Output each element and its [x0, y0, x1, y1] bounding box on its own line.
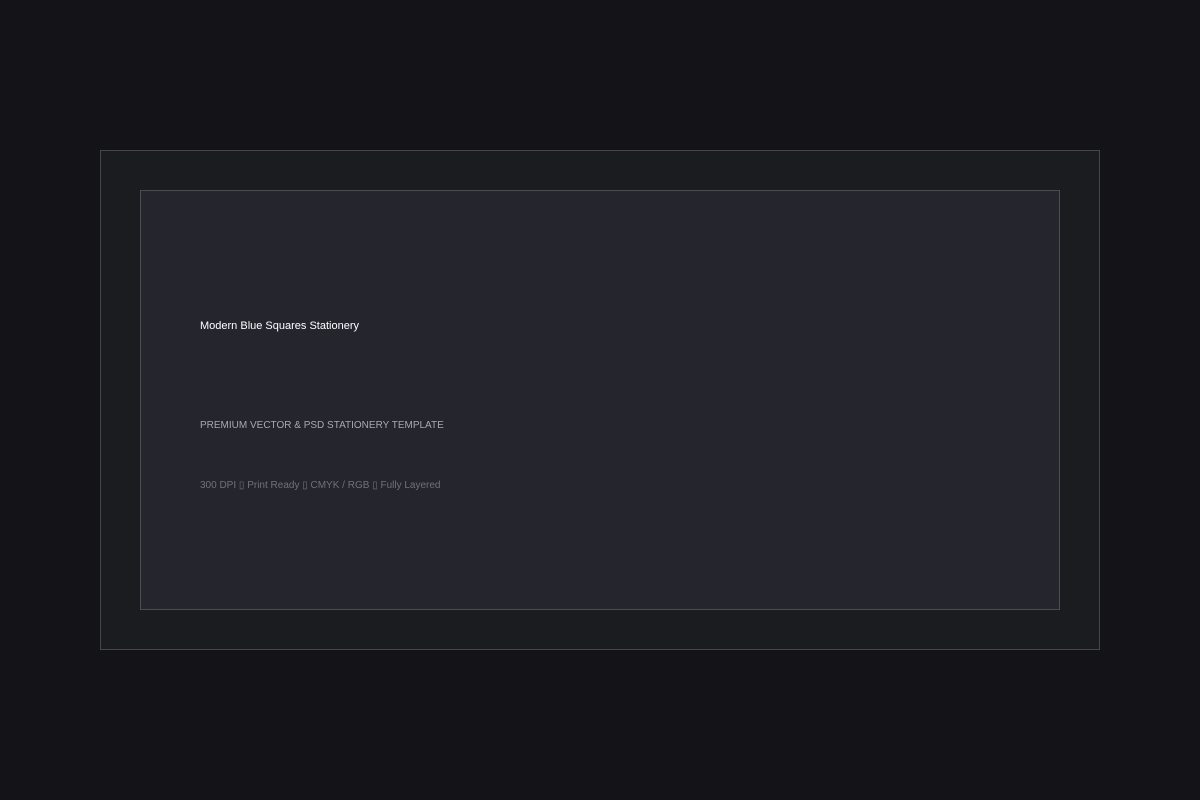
preview-frame: Modern Blue Squares Stationery PREMIUM V…: [100, 150, 1100, 650]
product-subtitle: PREMIUM VECTOR & PSD STATIONERY TEMPLATE: [200, 420, 444, 431]
product-title: Modern Blue Squares Stationery: [200, 320, 359, 332]
product-specs: 300 DPI ▯ Print Ready ▯ CMYK / RGB ▯ Ful…: [200, 480, 441, 491]
stationery-panel: Modern Blue Squares Stationery PREMIUM V…: [140, 190, 1060, 610]
